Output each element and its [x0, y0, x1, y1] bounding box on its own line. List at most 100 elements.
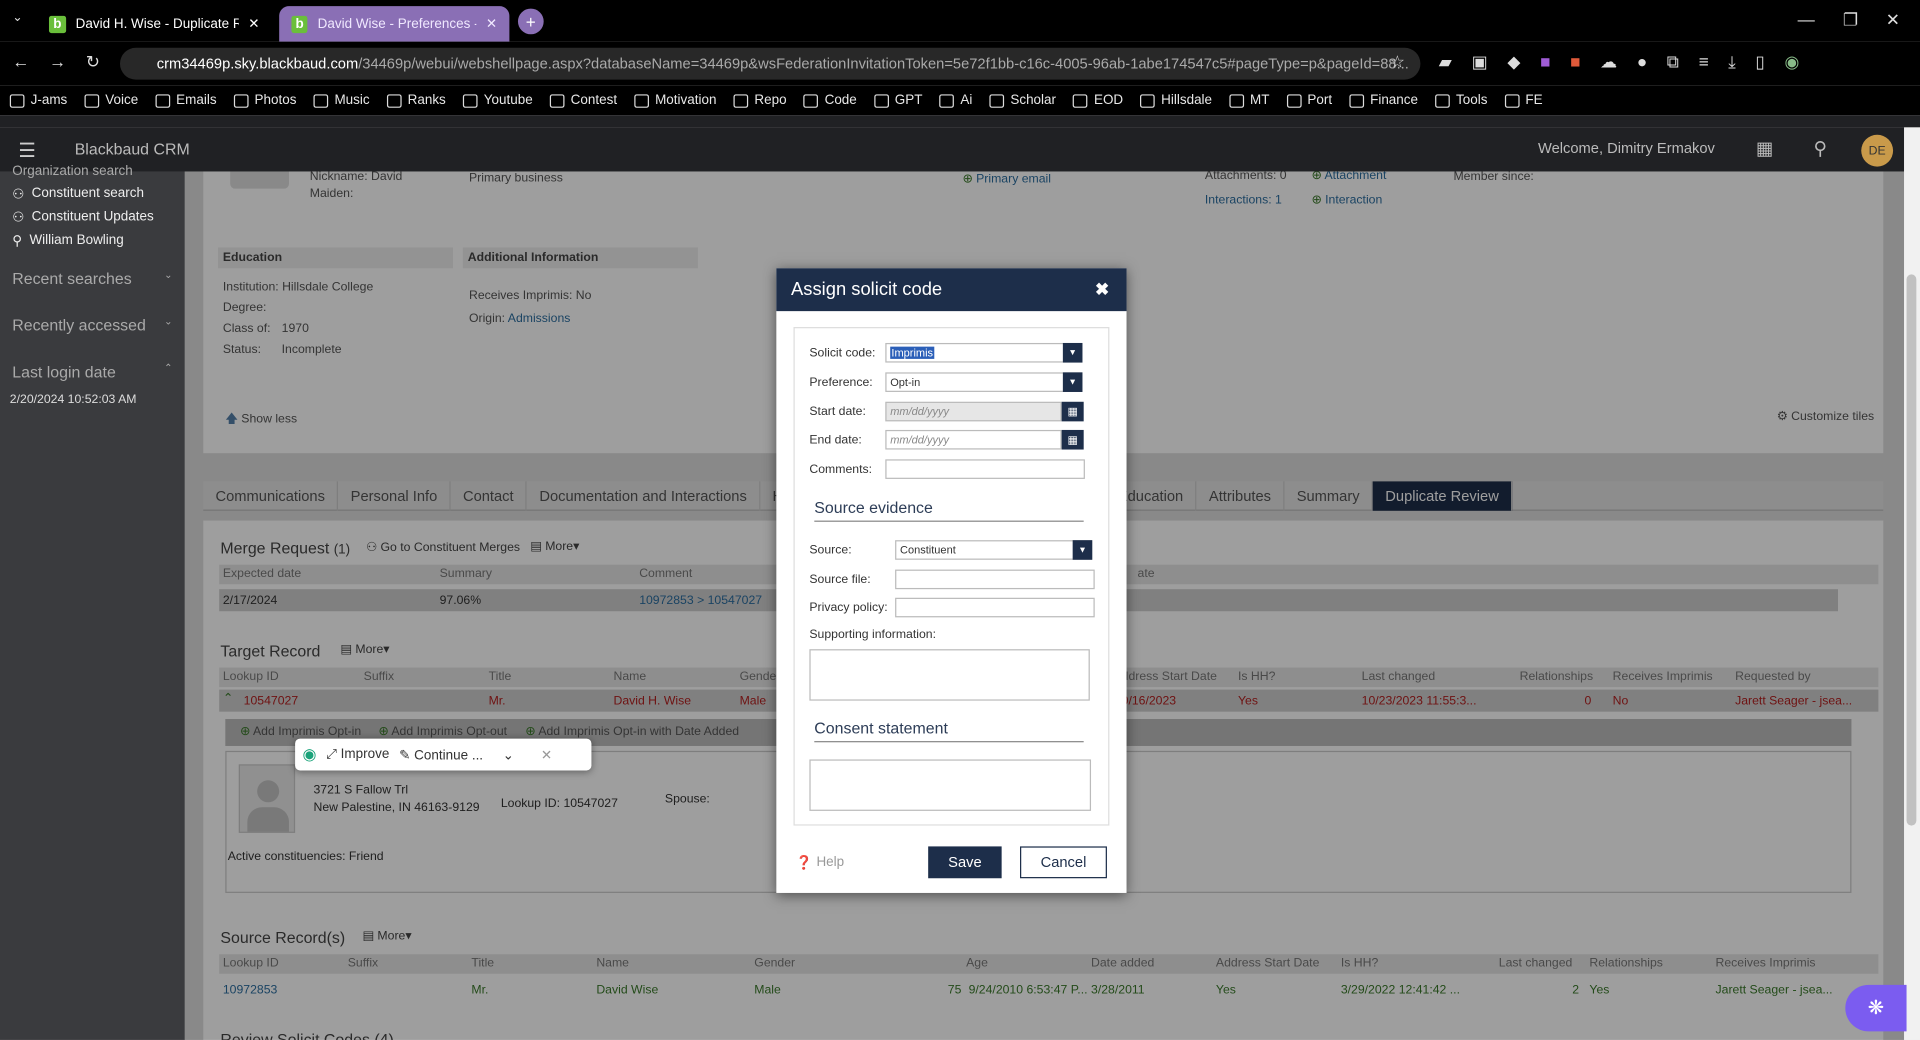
last-login-header[interactable]: Last login date ⌃ [12, 363, 172, 381]
source-file-label: Source file: [809, 573, 871, 587]
source-file-input[interactable] [895, 569, 1095, 590]
extension-icon[interactable]: ☁ [1600, 51, 1617, 72]
back-icon[interactable]: ← [12, 51, 29, 71]
reload-icon[interactable]: ↻ [86, 51, 100, 72]
nav-item-organization-search[interactable]: Organization search [12, 162, 133, 182]
puzzle-icon[interactable]: ⧉ [1667, 51, 1679, 72]
bookmark-item[interactable]: Hillsdale [1140, 93, 1212, 108]
folder-icon [1504, 93, 1520, 108]
restore-icon[interactable]: ❐ [1843, 10, 1858, 31]
comments-input[interactable] [885, 459, 1085, 479]
start-date-input[interactable]: mm/dd/yyyy [885, 401, 1062, 422]
bookmark-item[interactable]: Finance [1349, 93, 1418, 108]
preference-select[interactable]: Opt-in ▼ [885, 372, 1083, 392]
browser-tab-active[interactable]: b David H. Wise - Duplicate Revie ✕ [37, 6, 272, 42]
bookmark-star-icon[interactable]: ☆ [1390, 51, 1405, 72]
bookmark-item[interactable]: EOD [1073, 93, 1123, 108]
extension-icon[interactable]: ▰ [1439, 51, 1452, 72]
extension-icon[interactable]: ● [1637, 51, 1647, 72]
assistant-brain-icon[interactable]: ❋ [1845, 984, 1907, 1032]
bookmark-item[interactable]: Youtube [462, 93, 533, 108]
chevron-down-icon[interactable]: ▼ [1062, 342, 1083, 363]
nav-item-william-bowling[interactable]: ⚲ William Bowling [12, 230, 124, 250]
nav-item-constituent-updates[interactable]: ⚇ Constituent Updates [12, 207, 153, 227]
extension-icon[interactable]: ▣ [1472, 51, 1488, 72]
hamburger-menu-icon[interactable]: ☰ [18, 138, 36, 162]
bookmark-item[interactable]: GPT [873, 93, 923, 108]
profile-icon[interactable]: ◉ [1784, 51, 1799, 72]
scrollbar-thumb[interactable] [1906, 274, 1917, 826]
bookmarks-bar: J-ams Voice Emails Photos Music Ranks Youtube C… [0, 85, 1920, 116]
extension-icon[interactable]: ■ [1570, 51, 1580, 72]
supporting-info-textarea[interactable] [809, 649, 1090, 701]
recent-searches-header[interactable]: Recent searches ⌄ [12, 269, 172, 287]
folder-icon [873, 93, 889, 108]
save-button[interactable]: Save [928, 846, 1002, 879]
bookmark-item[interactable]: FE [1504, 93, 1543, 108]
chevron-down-icon: ⌄ [164, 316, 173, 328]
download-icon[interactable]: ⤓ [1728, 51, 1736, 72]
bookmark-item[interactable]: Motivation [634, 93, 716, 108]
chevron-down-icon[interactable]: ▼ [1062, 372, 1083, 392]
browser-tab[interactable]: b David Wise - Preferences - Blac ✕ [279, 6, 510, 42]
address-bar[interactable]: crm34469p.sky.blackbaud.com/34469p/webui… [120, 47, 1421, 80]
source-select[interactable]: Constituent ▼ [895, 540, 1093, 560]
close-icon[interactable]: ✕ [486, 16, 497, 32]
close-icon[interactable]: ✕ [248, 16, 259, 32]
minimize-icon[interactable]: — [1798, 10, 1815, 30]
assign-solicit-code-dialog: Assign solicit code ✖ Solicit code: Impr… [776, 268, 1127, 893]
bookmark-item[interactable]: Ranks [386, 93, 446, 108]
continue-button[interactable]: ✎ Continue ... [399, 747, 483, 763]
bookmark-item[interactable]: MT [1229, 93, 1269, 108]
avatar[interactable]: DE [1861, 134, 1894, 167]
solicit-code-select[interactable]: Imprimis ▼ [885, 342, 1083, 363]
extension-icon[interactable]: ◆ [1507, 51, 1520, 72]
bookmark-label: GPT [894, 93, 923, 108]
bookmark-item[interactable]: Scholar [989, 93, 1056, 108]
dialog-form: Solicit code: Imprimis ▼ Preference: Opt… [793, 327, 1110, 826]
improve-button[interactable]: ⤢ Improve [326, 747, 389, 763]
bookmark-item[interactable]: Tools [1435, 93, 1487, 108]
consent-statement-textarea[interactable] [809, 759, 1092, 811]
tab-list-icon[interactable]: ⌄ [12, 11, 22, 24]
chevron-down-icon[interactable]: ⌄ [503, 747, 514, 763]
privacy-policy-input[interactable] [895, 597, 1095, 618]
bookmark-label: Code [824, 93, 857, 108]
sidepanel-icon[interactable]: ▯ [1755, 51, 1764, 72]
folder-icon [155, 93, 171, 108]
new-tab-button[interactable]: + [517, 8, 544, 35]
bookmark-label: Contest [570, 93, 618, 108]
folder-icon [233, 93, 249, 108]
folder-icon [803, 93, 819, 108]
extension-icon[interactable]: ■ [1540, 51, 1550, 72]
close-window-icon[interactable]: ✕ [1886, 10, 1900, 31]
apps-grid-icon[interactable]: ▦ [1756, 137, 1773, 159]
calendar-icon[interactable]: ▦ [1061, 401, 1084, 422]
bookmark-item[interactable]: J-ams [9, 93, 67, 108]
chevron-down-icon[interactable]: ▼ [1072, 540, 1093, 560]
bookmark-item[interactable]: Repo [733, 93, 787, 108]
search-icon[interactable]: ⚲ [1813, 137, 1826, 159]
forward-icon[interactable]: → [49, 51, 66, 71]
help-link[interactable]: ❓ Help [796, 846, 844, 878]
page-scrollbar[interactable] [1904, 127, 1920, 1040]
bookmark-item[interactable]: Emails [155, 93, 217, 108]
bookmark-item[interactable]: Photos [233, 93, 297, 108]
media-icon[interactable]: ≡ [1699, 51, 1709, 72]
bookmark-item[interactable]: Ai [939, 93, 972, 108]
recently-accessed-header[interactable]: Recently accessed ⌄ [12, 316, 172, 334]
close-icon[interactable]: ✖ [1095, 279, 1109, 300]
bookmark-item[interactable]: Music [313, 93, 370, 108]
nav-item-constituent-search[interactable]: ⚇ Constituent search [12, 184, 144, 204]
end-date-input[interactable]: mm/dd/yyyy [885, 429, 1062, 450]
bookmark-label: Photos [254, 93, 297, 108]
close-icon[interactable]: ✕ [541, 747, 552, 763]
bookmark-item[interactable]: Port [1286, 93, 1332, 108]
assistant-logo-icon: ◉ [302, 744, 317, 764]
bookmark-item[interactable]: Voice [84, 93, 138, 108]
bookmark-item[interactable]: Code [803, 93, 857, 108]
cancel-button[interactable]: Cancel [1020, 846, 1107, 879]
bookmark-item[interactable]: Contest [549, 93, 618, 108]
calendar-icon[interactable]: ▦ [1061, 429, 1084, 450]
source-label: Source: [809, 543, 852, 558]
